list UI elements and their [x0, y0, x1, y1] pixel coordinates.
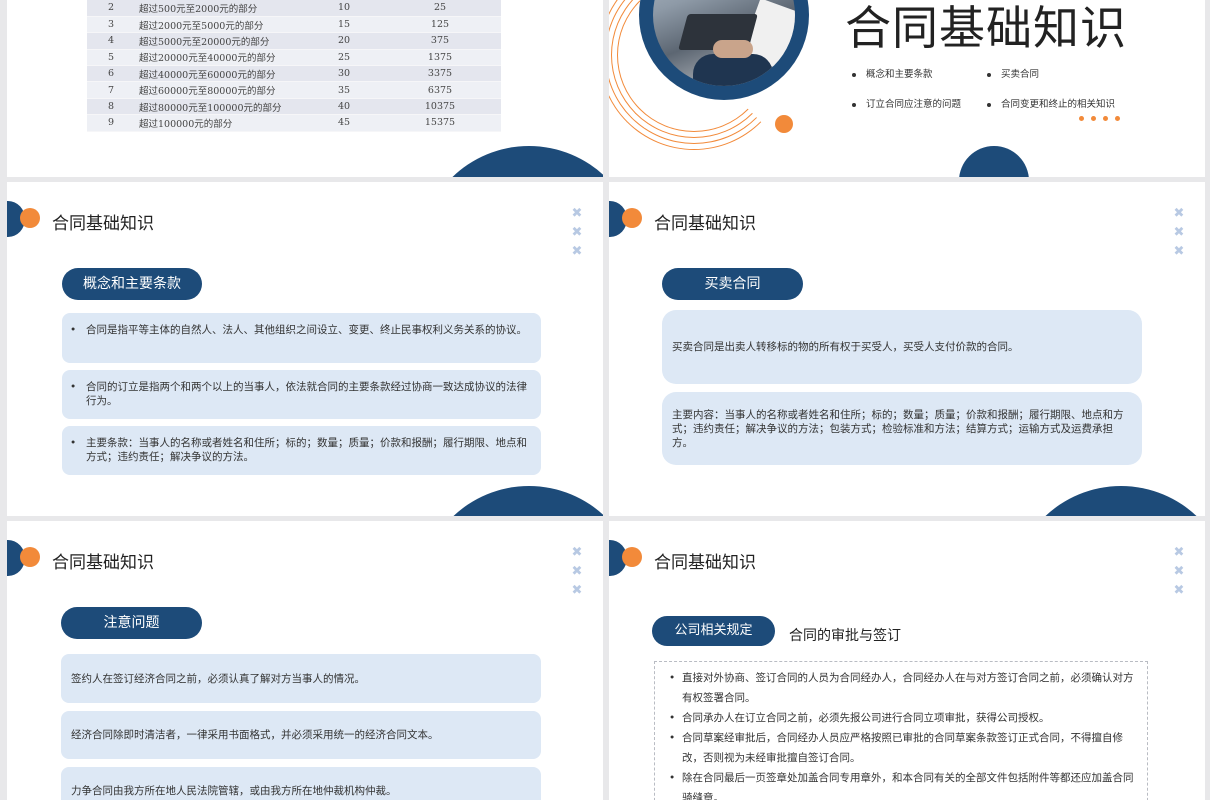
cover-bullet-1: 概念和主要条款	[852, 66, 933, 80]
rule-item: 直接对外协商、签订合同的人员为合同经办人，合同经办人在与对方签订合同之前，必须确…	[669, 668, 1135, 708]
header-orange-dot	[622, 208, 642, 228]
table-cell: 15375	[379, 114, 501, 132]
slide-cover[interactable]: 合同基础知识 概念和主要条款 买卖合同 订立合同应注意的问题 合同变更和终止的相…	[609, 0, 1205, 177]
section-pill: 公司相关规定	[652, 616, 775, 646]
x-marks-icon: ✖ ✖ ✖	[1173, 206, 1185, 259]
table-row: 5 超过20000元至40000元的部分 25 1375	[87, 49, 501, 67]
table-cell: 1375	[379, 49, 501, 67]
table-cell: 25	[309, 49, 379, 67]
table-row: 6 超过40000元至60000元的部分 30 3375	[87, 65, 501, 83]
table-cell: 超过5000元至20000元的部分	[135, 32, 309, 50]
x-marks-icon: ✖ ✖ ✖	[1173, 545, 1185, 598]
info-card: 合同的订立是指两个和两个以上的当事人，依法就合同的主要条款经过协商一致达成协议的…	[62, 370, 541, 419]
table-cell: 10375	[379, 98, 501, 116]
business-laptop-photo	[653, 0, 795, 86]
table-cell: 超过500元至2000元的部分	[135, 0, 309, 17]
table-cell: 超过80000元至100000元的部分	[135, 98, 309, 116]
cover-bullet-3: 订立合同应注意的问题	[852, 96, 961, 110]
info-card: 主要条款：当事人的名称或者姓名和住所；标的；数量；质量；价款和报酬；履行期限、地…	[62, 426, 541, 475]
table-cell: 3	[87, 16, 135, 34]
table-cell: 10	[309, 0, 379, 17]
cover-bullet-4: 合同变更和终止的相关知识	[987, 96, 1115, 110]
decor-arc	[1011, 486, 1205, 516]
table-row: 3 超过2000元至5000元的部分 15 125	[87, 16, 501, 34]
table-cell: 375	[379, 32, 501, 50]
header-orange-dot	[20, 547, 40, 567]
rule-item: 合同草案经审批后，合同经办人员应严格按照已审批的合同草案条款签订正式合同，不得擅…	[669, 728, 1135, 768]
section-subtitle: 合同的审批与签订	[789, 628, 901, 644]
slide-sale-contract[interactable]: 合同基础知识 ✖ ✖ ✖ 买卖合同 买卖合同是出卖人转移标的物的所有权于买受人，买受…	[609, 182, 1205, 516]
table-cell: 2	[87, 0, 135, 17]
cover-title: 合同基础知识	[845, 1, 1127, 55]
section-pill: 注意问题	[61, 607, 202, 639]
table-row: 4 超过5000元至20000元的部分 20 375	[87, 32, 501, 50]
table-cell: 超过20000元至40000元的部分	[135, 49, 309, 67]
slide-tax-table[interactable]: 2 超过500元至2000元的部分 10 25 3 超过2000元至5000元的部分 15 1…	[7, 0, 603, 177]
info-card: 买卖合同是出卖人转移标的物的所有权于买受人，买受人支付价款的合同。	[662, 310, 1142, 384]
table-cell: 4	[87, 32, 135, 50]
table-cell: 15	[309, 16, 379, 34]
table-cell: 超过60000元至80000元的部分	[135, 81, 309, 99]
x-marks-icon: ✖ ✖ ✖	[571, 206, 583, 259]
table-cell: 35	[309, 81, 379, 99]
header-orange-dot	[20, 208, 40, 228]
table-row: 7 超过60000元至80000元的部分 35 6375	[87, 81, 501, 99]
table-cell: 20	[309, 32, 379, 50]
table-cell: 6375	[379, 81, 501, 99]
tax-rate-table: 2 超过500元至2000元的部分 10 25 3 超过2000元至5000元的部分 15 1…	[87, 0, 501, 132]
table-cell: 7	[87, 81, 135, 99]
info-card: 合同是指平等主体的自然人、法人、其他组织之间设立、变更、终止民事权利义务关系的协…	[62, 313, 541, 363]
table-cell: 45	[309, 114, 379, 132]
slide-title: 合同基础知识	[654, 214, 756, 234]
table-cell: 超过40000元至60000元的部分	[135, 65, 309, 83]
rule-item: 除在合同最后一页签章处加盖合同专用章外，和本合同有关的全部文件包括附件等都还应加…	[669, 768, 1135, 800]
table-cell: 30	[309, 65, 379, 83]
slide-grid: 2 超过500元至2000元的部分 10 25 3 超过2000元至5000元的部分 15 1…	[0, 0, 1210, 800]
section-pill: 买卖合同	[662, 268, 803, 300]
table-cell: 25	[379, 0, 501, 17]
info-card: 经济合同除即时清洁者，一律采用书面格式，并必须采用统一的经济合同文本。	[61, 711, 541, 759]
table-cell: 6	[87, 65, 135, 83]
table-row: 2 超过500元至2000元的部分 10 25	[87, 0, 501, 17]
table-cell: 8	[87, 98, 135, 116]
slide-title: 合同基础知识	[52, 214, 154, 234]
decor-arc	[419, 146, 603, 177]
table-cell: 5	[87, 49, 135, 67]
table-cell: 超过2000元至5000元的部分	[135, 16, 309, 34]
table-cell: 125	[379, 16, 501, 34]
slide-company-rules[interactable]: 合同基础知识 ✖✖✖ 公司相关规定 合同的审批与签订 直接对外协商、签订合同的人…	[609, 521, 1205, 800]
decor-arc	[419, 486, 603, 516]
x-marks-icon: ✖ ✖ ✖	[571, 545, 583, 598]
slide-title: 合同基础知识	[654, 553, 756, 573]
cover-bullet-2: 买卖合同	[987, 66, 1039, 80]
info-card: 力争合同由我方所在地人民法院管辖，或由我方所在地仲裁机构仲裁。	[61, 767, 541, 800]
slide-title: 合同基础知识	[52, 553, 154, 573]
rules-box: 直接对外协商、签订合同的人员为合同经办人，合同经办人在与对方签订合同之前，必须确…	[654, 661, 1148, 800]
table-row: 8 超过80000元至100000元的部分 40 10375	[87, 98, 501, 116]
decor-dot	[775, 115, 793, 133]
header-orange-dot	[622, 547, 642, 567]
table-row: 9 超过100000元的部分 45 15375	[87, 114, 501, 132]
slide-concept[interactable]: 合同基础知识 ✖✖✖ 概念和主要条款 合同是指平等主体的自然人、法人、其他组织之…	[7, 182, 603, 516]
info-card: 主要内容：当事人的名称或者姓名和住所；标的；数量；质量；价款和报酬；履行期限、地…	[662, 392, 1142, 465]
table-cell: 3375	[379, 65, 501, 83]
info-card: 签约人在签订经济合同之前，必须认真了解对方当事人的情况。	[61, 654, 541, 703]
decor-arc	[959, 146, 1029, 177]
table-cell: 9	[87, 114, 135, 132]
table-cell: 超过100000元的部分	[135, 114, 309, 132]
slide-notes[interactable]: 合同基础知识 ✖ ✖ ✖ 注意问题 签约人在签订经济合同之前，必须认真了解对方当事人…	[7, 521, 603, 800]
table-cell: 40	[309, 98, 379, 116]
section-pill: 概念和主要条款	[62, 268, 202, 300]
rule-item: 合同承办人在订立合同之前，必须先报公司进行合同立项审批，获得公司授权。	[669, 708, 1135, 728]
